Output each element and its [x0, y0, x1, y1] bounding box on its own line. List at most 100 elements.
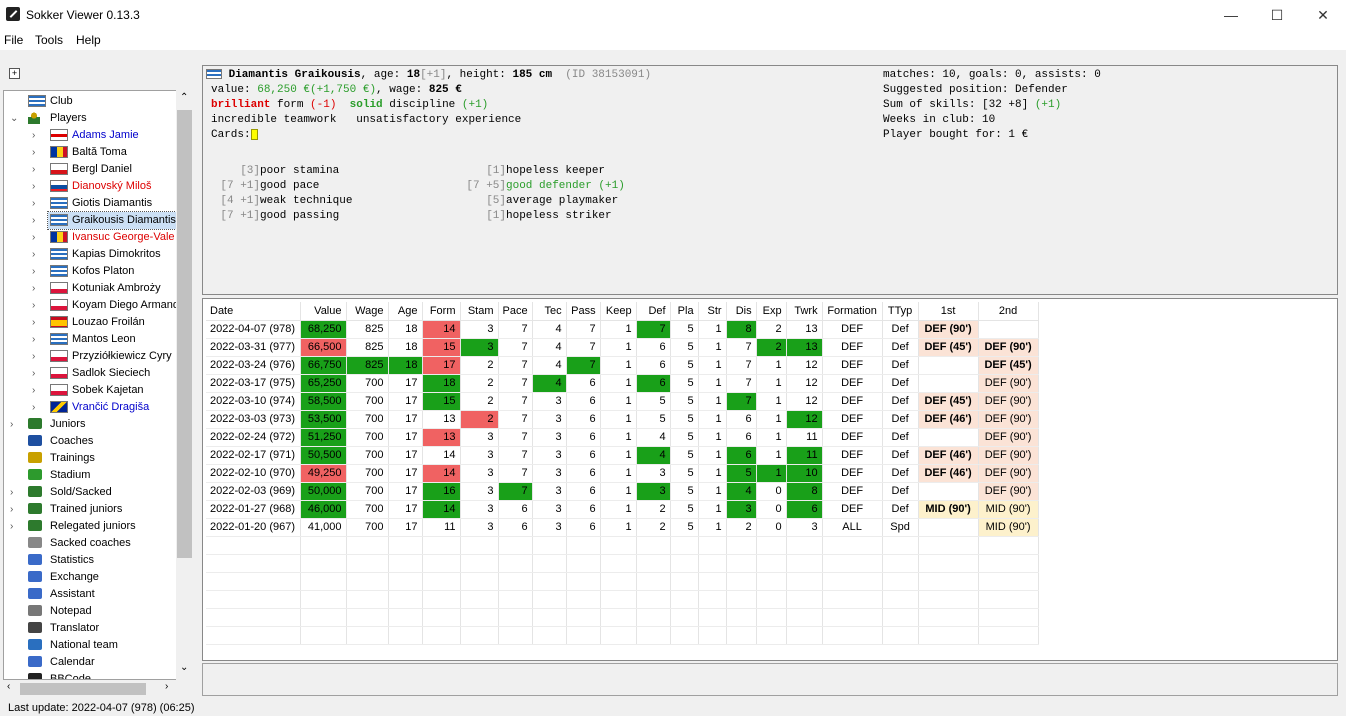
table-row[interactable]: 2022-01-27 (968) 46,000 700 17 14 3 6 3 6 1 2 5 1 3 0 6… — [206, 500, 1039, 519]
column-header-date[interactable]: Date — [206, 302, 301, 321]
tree-item-label: Sobek Kajetan — [72, 384, 144, 396]
scroll-up-icon[interactable]: ⌃ — [180, 92, 188, 103]
tree-scroll-thumb[interactable] — [177, 110, 192, 558]
scroll-down-icon[interactable]: ⌄ — [180, 662, 188, 673]
chevron-right-icon[interactable]: › — [32, 144, 42, 161]
chevron-right-icon[interactable]: › — [10, 518, 20, 535]
column-header-stam[interactable]: Stam — [460, 302, 499, 321]
table-cell: 11 — [786, 428, 823, 447]
value-line: value: 68,250 €(+1,750 €), wage: 825 € — [211, 83, 462, 98]
scroll-right-icon[interactable]: › — [165, 681, 168, 692]
empty-cell — [600, 536, 637, 555]
menu-file[interactable]: File — [4, 33, 23, 47]
column-header-1st[interactable]: 1st — [918, 302, 979, 321]
history-table: Date Value Wage Age Form Stam Pace Tec Pass Keep D… — [206, 302, 1039, 645]
chevron-right-icon[interactable]: › — [10, 484, 20, 501]
table-row[interactable]: 2022-03-24 (976) 66,750 825 18 17 2 7 4 7 1 6 5 1 7 1 1… — [206, 356, 1039, 375]
minimize-button[interactable]: — — [1208, 0, 1254, 30]
empty-cell — [882, 572, 919, 591]
column-header-tec[interactable]: Tec — [532, 302, 567, 321]
table-cell: 7 — [498, 356, 533, 375]
table-row[interactable]: 2022-03-03 (973) 53,500 700 17 13 2 7 3 6 1 5 5 1 6 1 1… — [206, 410, 1039, 429]
table-cell: 5 — [670, 392, 699, 411]
chevron-right-icon[interactable]: › — [32, 263, 42, 280]
chevron-right-icon[interactable]: › — [32, 382, 42, 399]
column-header-pace[interactable]: Pace — [498, 302, 533, 321]
chevron-right-icon[interactable]: › — [32, 212, 42, 229]
empty-cell — [346, 626, 389, 645]
chevron-right-icon[interactable]: › — [32, 178, 42, 195]
table-row[interactable]: 2022-03-31 (977) 66,500 825 18 15 3 7 4 7 1 6 5 1 7 2 1… — [206, 338, 1039, 357]
skill-change: (+1) — [591, 180, 625, 192]
column-header-pla[interactable]: Pla — [670, 302, 699, 321]
table-row[interactable]: 2022-03-17 (975) 65,250 700 17 18 2 7 4 6 1 6 5 1 7 1 1… — [206, 374, 1039, 393]
chevron-right-icon[interactable]: › — [32, 348, 42, 365]
chevron-right-icon[interactable]: › — [32, 229, 42, 246]
table-cell: 17 — [388, 464, 423, 483]
column-header-pass[interactable]: Pass — [566, 302, 601, 321]
chevron-right-icon[interactable]: › — [32, 297, 42, 314]
chevron-right-icon[interactable]: › — [32, 161, 42, 178]
table-row[interactable]: 2022-02-24 (972) 51,250 700 17 13 3 7 3 6 1 4 5 1 6 1 1… — [206, 428, 1039, 447]
table-cell: 1 — [698, 338, 727, 357]
column-header-twrk[interactable]: Twrk — [786, 302, 823, 321]
column-header-ttyp[interactable]: TTyp — [882, 302, 919, 321]
tree-item-label: Louzao Froilán — [72, 316, 145, 328]
table-row[interactable]: 2022-04-07 (978) 68,250 825 18 14 3 7 4 7 1 7 5 1 8 2 1… — [206, 320, 1039, 339]
chevron-right-icon[interactable]: › — [10, 416, 20, 433]
table-cell: 3 — [460, 320, 499, 339]
tree-hscroll-thumb[interactable] — [20, 683, 146, 695]
tree-player-6[interactable]: › Graikousis Diamantis — [32, 211, 181, 230]
chevron-right-icon[interactable]: › — [32, 127, 42, 144]
table-cell: 41,000 — [300, 518, 347, 537]
menu-help[interactable]: Help — [76, 33, 101, 47]
close-button[interactable]: ✕ — [1300, 0, 1346, 30]
table-row[interactable]: 2022-02-17 (971) 50,500 700 17 14 3 7 3 6 1 4 5 1 6 1 1… — [206, 446, 1039, 465]
table-cell: Def — [882, 446, 919, 465]
chevron-right-icon[interactable]: › — [32, 365, 42, 382]
greece-flag-icon — [206, 69, 222, 80]
column-header-str[interactable]: Str — [698, 302, 727, 321]
form-line: brilliant form (-1) solid discipline (+1… — [211, 98, 488, 113]
chevron-right-icon[interactable]: › — [32, 399, 42, 416]
table-row[interactable]: 2022-02-03 (969) 50,000 700 17 16 3 7 3 6 1 3 5 1 4 0 8… — [206, 482, 1039, 501]
tree-item-label: Giotis Diamantis — [72, 197, 153, 209]
table-cell: 7 — [636, 320, 671, 339]
chevron-right-icon[interactable]: › — [32, 280, 42, 297]
expand-all-button[interactable]: + — [9, 68, 20, 79]
table-row[interactable]: 2022-02-10 (970) 49,250 700 17 14 3 7 3 6 1 3 5 1 5 1 1… — [206, 464, 1039, 483]
chevron-right-icon[interactable]: › — [32, 331, 42, 348]
column-header-dis[interactable]: Dis — [726, 302, 757, 321]
cards-line: Cards: — [211, 128, 258, 143]
table-cell: 825 — [346, 338, 389, 357]
column-header-age[interactable]: Age — [388, 302, 423, 321]
chevron-right-icon[interactable]: › — [32, 195, 42, 212]
column-header-wage[interactable]: Wage — [346, 302, 389, 321]
table-row[interactable]: 2022-01-20 (967) 41,000 700 17 11 3 6 3 6 1 2 5 1 2 0 3… — [206, 518, 1039, 537]
empty-cell — [786, 590, 823, 609]
column-header-formation[interactable]: Formation — [822, 302, 883, 321]
table-cell: 2 — [756, 320, 787, 339]
column-header-form[interactable]: Form — [422, 302, 461, 321]
chevron-right-icon[interactable]: › — [10, 501, 20, 518]
value-change: (+1,750 €) — [310, 84, 377, 96]
poland-flag-icon — [50, 367, 68, 379]
column-header-def[interactable]: Def — [636, 302, 671, 321]
menu-tools[interactable]: Tools — [35, 33, 63, 47]
chevron-right-icon[interactable]: › — [32, 314, 42, 331]
table-cell: 2022-02-03 (969) — [206, 482, 301, 501]
chevron-down-icon[interactable]: ⌄ — [10, 110, 20, 127]
table-row[interactable]: 2022-03-10 (974) 58,500 700 17 15 2 7 3 6 1 5 5 1 7 1 1… — [206, 392, 1039, 411]
discipline-change: (+1) — [461, 99, 489, 111]
column-header-exp[interactable]: Exp — [756, 302, 787, 321]
skill-text: good passing — [260, 210, 340, 222]
skill-text: hopeless keeper — [506, 165, 606, 177]
tree-item-label: Translator — [50, 622, 100, 634]
maximize-button[interactable]: ☐ — [1254, 0, 1300, 30]
column-header-2nd[interactable]: 2nd — [978, 302, 1039, 321]
table-cell: 2 — [460, 410, 499, 429]
scroll-left-icon[interactable]: ‹ — [7, 681, 10, 692]
column-header-keep[interactable]: Keep — [600, 302, 637, 321]
column-header-value[interactable]: Value — [300, 302, 347, 321]
chevron-right-icon[interactable]: › — [32, 246, 42, 263]
